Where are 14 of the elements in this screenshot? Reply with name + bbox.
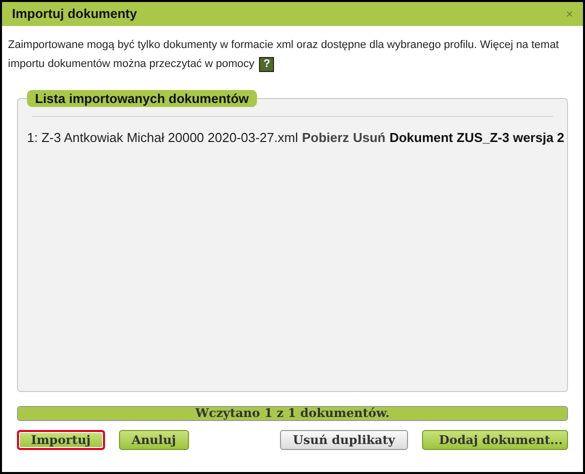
intro-text: importu dokumentów można przeczytać w pomocy (8, 57, 254, 72)
file-name: 1: Z-3 Antkowiak Michał 20000 2020-03-27.xml (27, 129, 298, 147)
list-legend: Lista importowanych dokumentów (27, 90, 257, 107)
help-button[interactable]: ? (259, 57, 274, 72)
intro-text: Zaimportowane mogą być tylko dokumenty w formacie xml oraz dostępne dla wybranego profilu. Więcej na temat (8, 38, 559, 53)
remove-duplicates-button[interactable]: Usuń duplikaty (280, 430, 408, 450)
dialog-button[interactable]: Importuj (17, 430, 105, 450)
document-type: Dokument ZUS_Z-3 wersja 2 (389, 129, 564, 147)
download-link[interactable]: Pobierz (302, 128, 349, 148)
remove-link[interactable]: Usuń (352, 128, 386, 148)
dialog-button[interactable]: Anuluj (118, 430, 190, 450)
progress-text: Wczytano 1 z 1 dokumentów. (194, 407, 391, 420)
window-title: Importuj dokumenty (12, 5, 137, 24)
dialog-button[interactable]: Dodaj dokument... (422, 430, 568, 450)
